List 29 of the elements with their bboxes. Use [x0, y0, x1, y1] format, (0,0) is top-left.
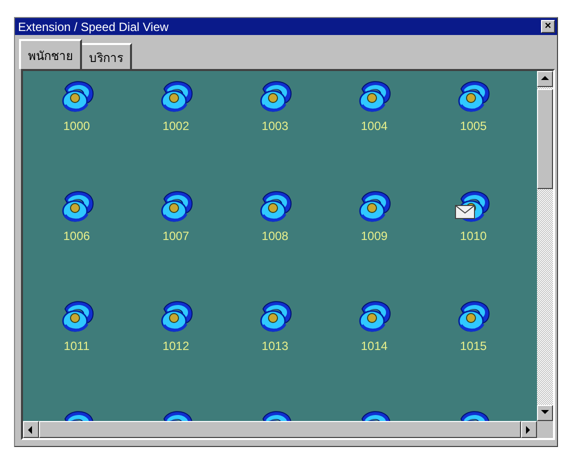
extension-number[interactable]: 1011 — [64, 339, 90, 353]
extension-number[interactable]: 1008 — [262, 229, 288, 243]
extension-number[interactable]: 1006 — [63, 229, 90, 243]
down-arrow-icon — [541, 409, 549, 417]
scroll-thumb[interactable] — [537, 89, 553, 189]
extension-number[interactable]: 1009 — [360, 229, 388, 243]
tab[interactable]: บริการ — [80, 43, 132, 69]
close-button[interactable]: × — [541, 20, 555, 33]
window-title: Extension / Speed Dial View — [18, 20, 169, 34]
extension-number[interactable]: 1003 — [262, 119, 288, 133]
extension-number[interactable]: 1002 — [162, 119, 190, 133]
tab[interactable]: พนักชาย — [19, 39, 82, 69]
extension-number[interactable]: 1005 — [460, 119, 487, 133]
extension-number[interactable]: 1015 — [460, 339, 487, 353]
extension-number[interactable]: 1012 — [162, 339, 190, 353]
extension-number[interactable]: 1013 — [262, 339, 288, 353]
scroll-up-button[interactable] — [537, 71, 553, 87]
scroll-down-button[interactable] — [537, 405, 553, 421]
extension-number[interactable]: 1010 — [460, 229, 487, 243]
extension-number[interactable]: 1004 — [360, 119, 388, 133]
extension-number[interactable]: 1000 — [63, 119, 90, 133]
scroll-left-button[interactable] — [23, 421, 39, 438]
right-arrow-icon — [525, 426, 533, 434]
left-arrow-icon — [27, 426, 35, 434]
vertical-scrollbar[interactable] — [537, 71, 553, 421]
scroll-right-button[interactable] — [521, 421, 537, 438]
up-arrow-icon — [541, 75, 549, 83]
extension-number[interactable]: 1014 — [360, 339, 388, 353]
extension-number[interactable]: 1007 — [162, 229, 190, 243]
